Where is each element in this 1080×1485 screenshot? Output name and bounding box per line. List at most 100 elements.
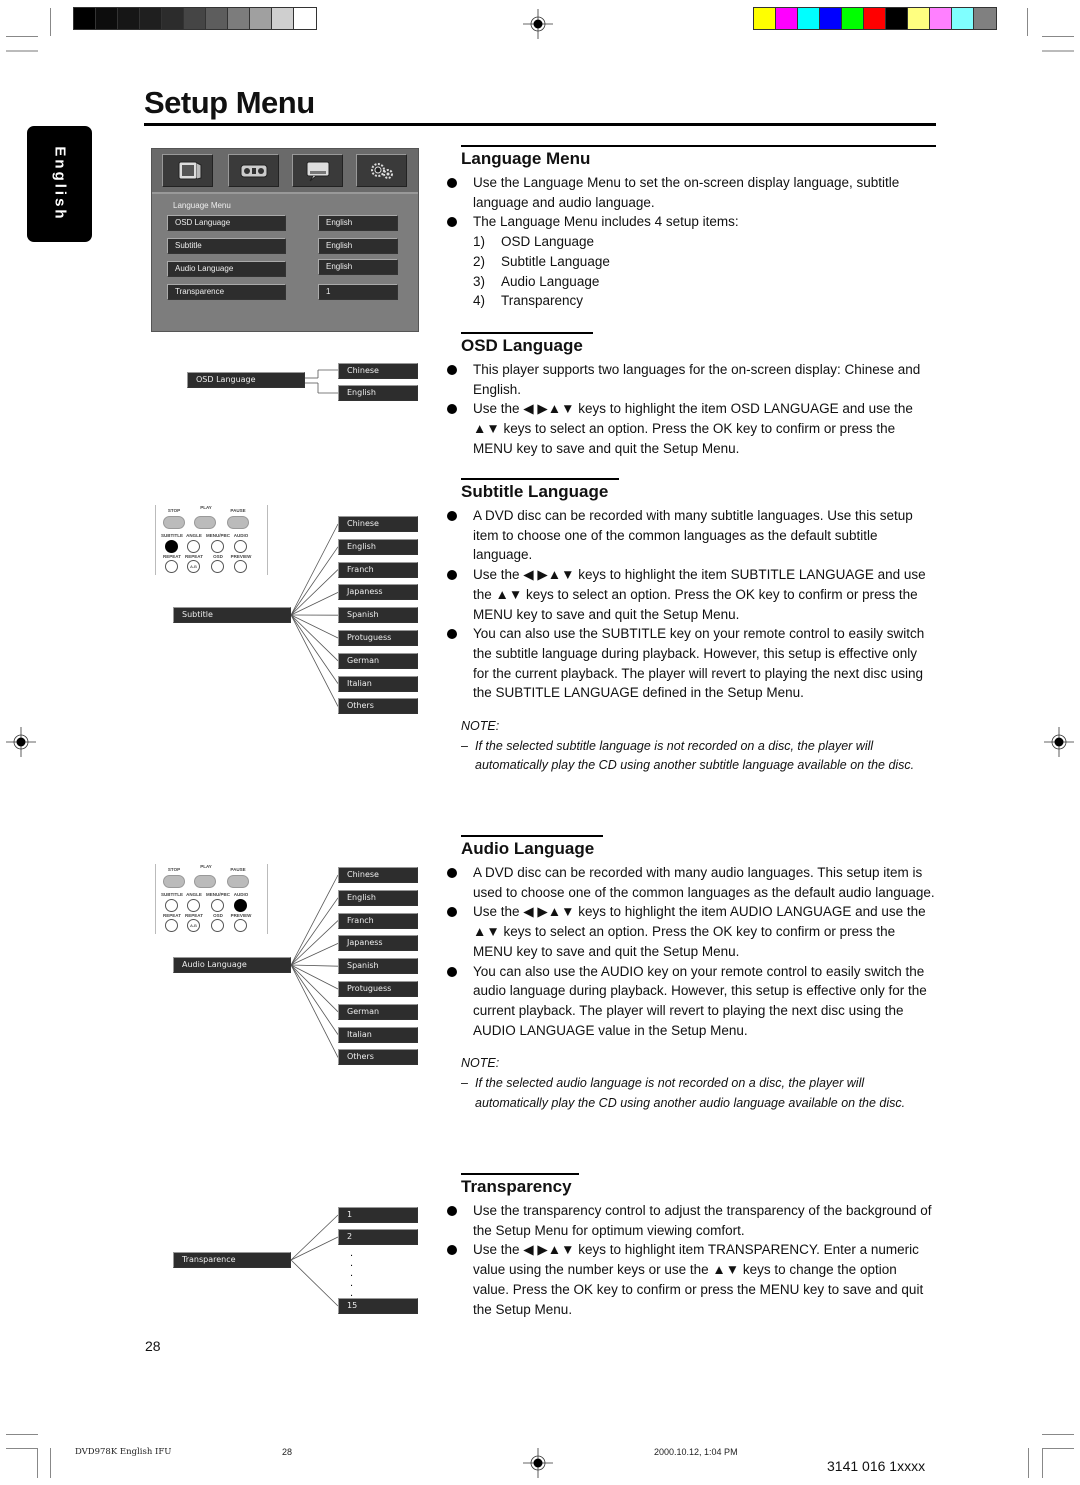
color-swatch (74, 8, 96, 29)
connector-line (290, 964, 339, 967)
osd-row-label[interactable]: Audio Language (167, 261, 286, 277)
crop-mark (1028, 1448, 1029, 1478)
angle-key[interactable] (187, 540, 200, 553)
bullet-text: Use the ◀ ▶▲▼ keys to highlight the item… (447, 399, 936, 458)
section-rule (461, 145, 936, 147)
section-title: Subtitle Language (461, 482, 609, 501)
connector-line (290, 1214, 339, 1261)
diagram-option: Protuguess (338, 981, 418, 997)
osd-key[interactable] (211, 919, 224, 932)
remote-edge (155, 505, 156, 575)
osd-row-value[interactable]: English (318, 238, 398, 254)
repeat-ab-key[interactable]: A-B (187, 560, 200, 573)
subtitle-key[interactable] (165, 899, 178, 912)
play-button[interactable] (194, 875, 216, 888)
diagram-ellipsis: . . . . . (350, 1247, 354, 1299)
bullet-text: Use the ◀ ▶▲▼ keys to highlight the item… (447, 565, 936, 624)
repeat-key[interactable] (165, 919, 178, 932)
connector-line (290, 546, 339, 616)
section-title: Transparency (461, 1177, 572, 1196)
bullet-text: The Language Menu includes 4 setup items… (447, 212, 936, 232)
diagram-option: English (338, 538, 418, 555)
osd-row-label[interactable]: Subtitle (167, 238, 286, 254)
diagram-option: Spanish (338, 958, 418, 975)
preview-key[interactable] (234, 919, 247, 932)
language-tab-label: English (51, 146, 68, 222)
angle-key[interactable] (187, 899, 200, 912)
diagram-option: 2 (338, 1229, 418, 1245)
osd-row-value[interactable]: English (318, 215, 398, 231)
pause-button[interactable] (227, 516, 249, 529)
crop-mark (1042, 1448, 1074, 1449)
color-swatch (930, 8, 952, 29)
connector-line (290, 943, 339, 966)
stop-button[interactable] (163, 875, 185, 888)
remote-key-label: PLAY (200, 864, 212, 869)
diagram-source-audio-language: Audio Language (173, 957, 291, 973)
audio-key[interactable] (234, 540, 247, 553)
osd-row-value[interactable]: English (318, 259, 398, 275)
color-swatch (820, 8, 842, 29)
bullet-text: Use the transparency control to adjust t… (447, 1201, 936, 1240)
section-rule (461, 1173, 579, 1175)
diagram-source-transparence: Transparence (173, 1252, 291, 1268)
note-text: If the selected audio language is not re… (461, 1074, 936, 1113)
connector-line (290, 964, 339, 1013)
diagram-option: English (338, 889, 418, 906)
remote-key-label: PAUSE (230, 867, 246, 872)
bullet-text: Use the ◀ ▶▲▼ keys to highlight the item… (447, 902, 936, 961)
stop-button[interactable] (163, 516, 185, 529)
diagram-option: Japaness (338, 935, 418, 952)
color-swatch (184, 8, 206, 29)
remote-key-label: AUDIO (233, 892, 249, 897)
crop-mark (50, 1448, 51, 1478)
remote-key-label: PREVIEW (230, 554, 252, 559)
color-swatch (96, 8, 118, 29)
list-item: 4) Transparency (473, 293, 584, 309)
registration-mark-icon (523, 1448, 553, 1478)
color-swatch (162, 8, 184, 29)
pause-button[interactable] (227, 875, 249, 888)
list-item: 3) Audio Language (473, 273, 600, 289)
page-number: 28 (145, 1338, 161, 1354)
crop-mark (6, 36, 38, 37)
color-swatch (842, 8, 864, 29)
color-swatch (952, 8, 974, 29)
note-text: If the selected subtitle language is not… (461, 737, 936, 776)
note: NOTE: If the selected subtitle language … (461, 717, 936, 776)
remote-control-audio-key-highlighted: STOP PLAY PAUSE SUBTITLE ANGLE MENU/PBC AUDIO R… (155, 864, 275, 934)
audio-key[interactable] (234, 899, 247, 912)
osd-row-label[interactable]: OSD Language (167, 215, 286, 231)
gears-icon (356, 154, 407, 187)
osd-key[interactable] (211, 560, 224, 573)
part-number: 3141 016 1xxxx (827, 1458, 926, 1474)
preview-key[interactable] (234, 560, 247, 573)
osd-icon-bar (152, 149, 418, 194)
section-title: Audio Language (461, 839, 595, 858)
osd-caption: Language Menu (173, 201, 231, 210)
diagram-option: Italian (338, 675, 418, 692)
osd-row-value[interactable]: 1 (318, 284, 398, 300)
crop-mark (6, 50, 38, 52)
crop-mark (6, 1448, 38, 1449)
menu-pbc-key[interactable] (211, 540, 224, 553)
connector-line (290, 614, 339, 662)
section-audio-language: Audio Language A DVD disc can be recorde… (447, 835, 936, 1113)
osd-row-label[interactable]: Transparence (167, 284, 286, 300)
repeat-key[interactable] (165, 560, 178, 573)
diagram-source-subtitle: Subtitle (173, 607, 291, 623)
color-swatch (908, 8, 930, 29)
play-button[interactable] (194, 516, 216, 529)
diagram-option: Japaness (338, 584, 418, 601)
subtitle-key[interactable] (165, 540, 178, 553)
crop-mark (1042, 50, 1074, 52)
menu-pbc-key[interactable] (211, 899, 224, 912)
repeat-ab-key[interactable]: A-B (187, 919, 200, 932)
section-osd-language: OSD Language This player supports two la… (447, 332, 936, 459)
section-rule (461, 478, 619, 480)
footer-file-name: DVD978K English IFU (75, 1447, 172, 1457)
connector-line (290, 1236, 339, 1261)
section-title: OSD Language (461, 336, 583, 355)
list-item: 2) Subtitle Language (473, 253, 610, 269)
color-swatch (272, 8, 294, 29)
